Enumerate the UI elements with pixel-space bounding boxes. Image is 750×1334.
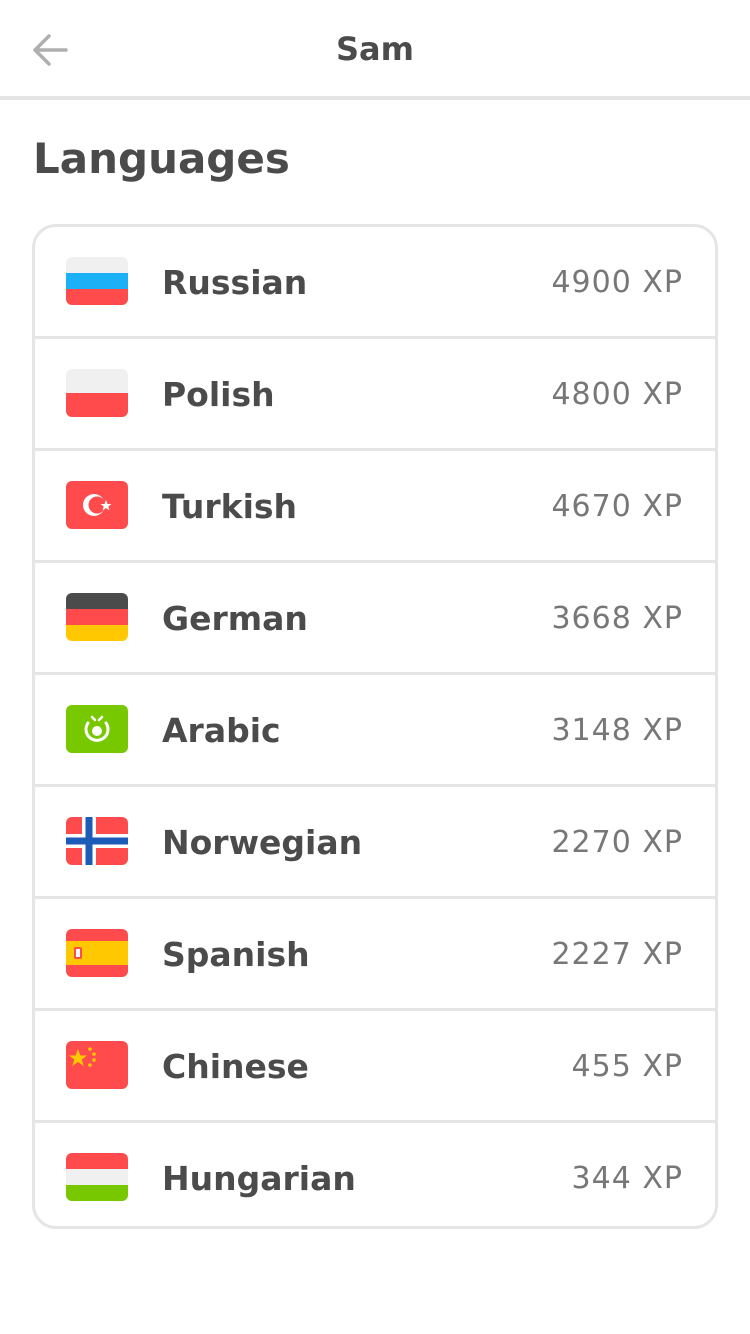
page-title: Sam — [336, 30, 414, 68]
poland-flag-icon — [66, 369, 128, 417]
norway-flag-icon — [66, 817, 128, 865]
top-bar: Sam — [0, 0, 750, 100]
hungary-flag-icon — [66, 1153, 128, 1201]
turkey-flag-icon — [66, 481, 128, 529]
language-name: Chinese — [162, 1047, 309, 1086]
language-xp: 4670 XP — [551, 489, 683, 524]
language-row-norwegian[interactable]: Norwegian 2270 XP — [35, 787, 715, 899]
language-row-spanish[interactable]: Spanish 2227 XP — [35, 899, 715, 1011]
language-name: Russian — [162, 263, 308, 302]
language-name: Polish — [162, 375, 275, 414]
language-row-chinese[interactable]: Chinese 455 XP — [35, 1011, 715, 1123]
language-row-arabic[interactable]: Arabic 3148 XP — [35, 675, 715, 787]
language-xp: 4800 XP — [551, 377, 683, 412]
language-row-hungarian[interactable]: Hungarian 344 XP — [35, 1123, 715, 1226]
language-name: German — [162, 599, 308, 638]
languages-heading: Languages — [33, 134, 290, 183]
language-xp: 3668 XP — [551, 601, 683, 636]
language-name: Arabic — [162, 711, 281, 750]
language-xp: 455 XP — [571, 1049, 683, 1084]
language-name: Spanish — [162, 935, 310, 974]
languages-list: Russian 4900 XP Polish 4800 XP Turkish 4… — [32, 224, 718, 1229]
language-name: Norwegian — [162, 823, 363, 862]
language-name: Hungarian — [162, 1159, 356, 1198]
language-xp: 2227 XP — [551, 937, 683, 972]
germany-flag-icon — [66, 593, 128, 641]
language-row-turkish[interactable]: Turkish 4670 XP — [35, 451, 715, 563]
language-xp: 4900 XP — [551, 265, 683, 300]
spain-flag-icon — [66, 929, 128, 977]
language-xp: 344 XP — [571, 1161, 683, 1196]
china-flag-icon — [66, 1041, 128, 1089]
language-xp: 2270 XP — [551, 825, 683, 860]
language-row-german[interactable]: German 3668 XP — [35, 563, 715, 675]
russia-flag-icon — [66, 257, 128, 305]
language-row-polish[interactable]: Polish 4800 XP — [35, 339, 715, 451]
arabic-flag-icon — [66, 705, 128, 753]
language-xp: 3148 XP — [551, 713, 683, 748]
language-row-russian[interactable]: Russian 4900 XP — [35, 227, 715, 339]
language-name: Turkish — [162, 487, 298, 526]
